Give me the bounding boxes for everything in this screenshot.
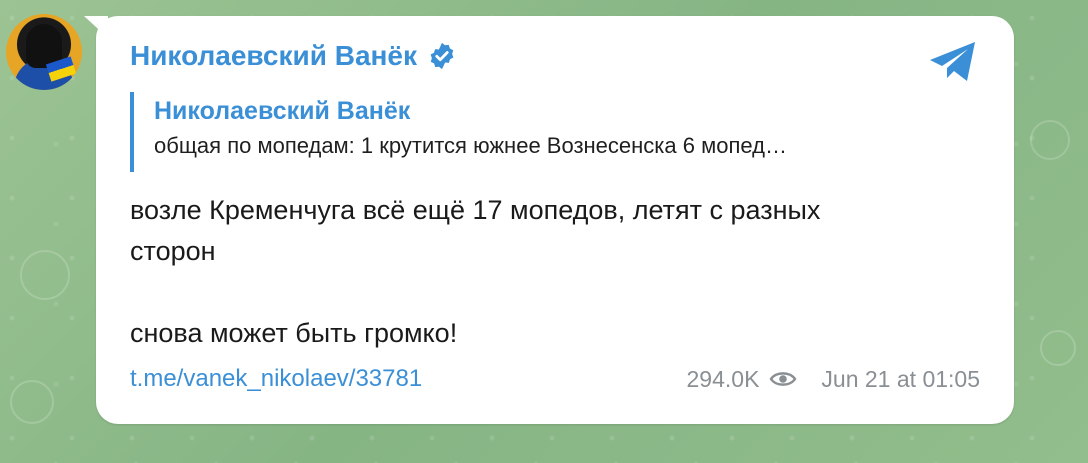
channel-avatar[interactable] <box>6 14 82 90</box>
background-doodle <box>10 380 54 424</box>
message-line: снова может быть громко! <box>130 318 458 348</box>
reply-snippet: общая по мопедам: 1 крутится южнее Возне… <box>154 133 787 158</box>
post-author[interactable]: Николаевский Ванёк <box>130 40 457 72</box>
timestamp: Jun 21 at 01:05 <box>821 365 980 392</box>
telegram-plane-icon[interactable] <box>928 40 978 84</box>
background-doodle <box>1030 120 1070 160</box>
message-meta: 294.0K Jun 21 at 01:05 <box>687 366 980 393</box>
background-doodle <box>20 250 70 300</box>
view-count: 294.0K <box>686 365 760 392</box>
message-line: сторон <box>130 236 216 266</box>
post-link[interactable]: t.me/vanek_nikolaev/33781 <box>130 365 422 393</box>
message-footer: t.me/vanek_nikolaev/33781 294.0K Jun 21 … <box>130 365 980 393</box>
eye-icon <box>769 372 797 386</box>
message-bubble: Николаевский Ванёк Николаевский Ванёк об… <box>96 16 1014 424</box>
reply-author: Николаевский Ванёк <box>154 97 411 125</box>
reply-preview[interactable]: Николаевский Ванёк общая по мопедам: 1 к… <box>130 92 980 172</box>
author-name[interactable]: Николаевский Ванёк <box>130 40 417 72</box>
message-text: возле Кременчуга всё ещё 17 мопедов, лет… <box>130 190 990 354</box>
verified-badge-icon <box>430 42 454 70</box>
background-doodle <box>1040 330 1076 366</box>
message-line: возле Кременчуга всё ещё 17 мопедов, лет… <box>130 195 821 225</box>
